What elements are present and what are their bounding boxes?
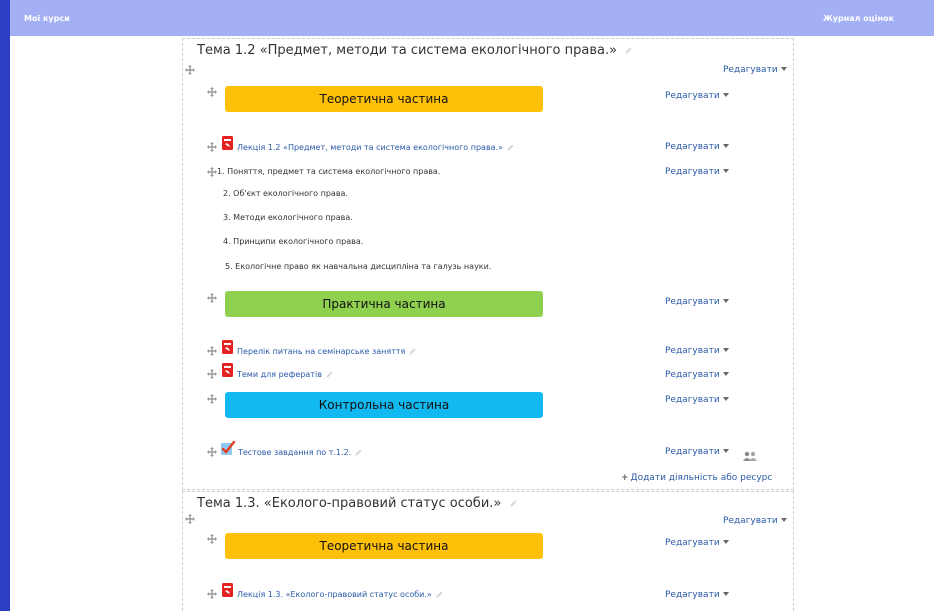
edit-label: Редагувати xyxy=(665,346,720,356)
test-link[interactable]: Тестове завдання по т.1.2. xyxy=(238,448,362,457)
seminar-questions-text: Перелік питань на семінарське заняття xyxy=(237,347,406,356)
caret-down-icon xyxy=(722,93,729,97)
list-item: 4. Принципи екологічного права. xyxy=(223,237,364,246)
gradebook-link[interactable]: Журнал оцінок xyxy=(823,14,894,23)
section-edit-menu[interactable]: Редагувати xyxy=(723,65,787,75)
theory-banner: Теоретична частина xyxy=(225,86,543,112)
list-item: 2. Об'єкт екологічного права. xyxy=(223,189,348,198)
edit-menu[interactable]: Редагувати xyxy=(665,590,729,600)
move-icon[interactable] xyxy=(207,369,217,379)
essay-topics-link[interactable]: Теми для рефератів xyxy=(237,370,333,379)
edit-label: Редагувати xyxy=(665,395,720,405)
edit-menu[interactable]: Редагувати xyxy=(665,447,729,457)
section-edit-menu[interactable]: Редагувати xyxy=(723,516,787,526)
list-item: 3. Методи екологічного права. xyxy=(223,213,353,222)
lecture-link[interactable]: Лекція 1.2 «Предмет, методи та система е… xyxy=(237,143,514,152)
pdf-file-icon[interactable] xyxy=(221,362,235,378)
caret-down-icon xyxy=(780,67,787,71)
caret-down-icon xyxy=(780,518,787,522)
pencil-icon[interactable] xyxy=(509,500,517,508)
group-icon[interactable] xyxy=(743,446,757,456)
edit-menu[interactable]: Редагувати xyxy=(665,395,729,405)
section-title-text: Тема 1.2 «Предмет, методи та система еко… xyxy=(197,43,618,58)
pencil-icon[interactable] xyxy=(408,348,416,356)
pdf-file-icon[interactable] xyxy=(221,339,235,355)
edit-label: Редагувати xyxy=(665,447,720,457)
edit-menu[interactable]: Редагувати xyxy=(665,346,729,356)
pencil-icon[interactable] xyxy=(354,449,362,457)
practice-banner: Практична частина xyxy=(225,291,543,317)
add-activity-label: Додати діяльність або ресурс xyxy=(630,473,773,483)
edit-menu[interactable]: Редагувати xyxy=(665,370,729,380)
theory-banner: Теоретична частина xyxy=(225,533,543,559)
move-icon[interactable] xyxy=(207,394,217,404)
add-activity-button[interactable]: + Додати діяльність або ресурс xyxy=(621,473,772,483)
move-icon[interactable] xyxy=(207,534,217,544)
pencil-icon[interactable] xyxy=(435,591,443,599)
course-section-1-2: Тема 1.2 «Предмет, методи та система еко… xyxy=(182,38,794,490)
edit-menu[interactable]: Редагувати xyxy=(665,297,729,307)
caret-down-icon xyxy=(722,144,729,148)
move-icon[interactable] xyxy=(207,447,217,457)
lecture-link-text: Лекція 1.3. «Еколого-правовий статус осо… xyxy=(237,590,432,599)
edit-label: Редагувати xyxy=(723,65,778,75)
edit-label: Редагувати xyxy=(665,297,720,307)
caret-down-icon xyxy=(722,348,729,352)
edit-label: Редагувати xyxy=(665,590,720,600)
section-title: Тема 1.2 «Предмет, методи та система еко… xyxy=(197,43,632,58)
move-icon[interactable] xyxy=(207,589,217,599)
control-banner: Контрольна частина xyxy=(225,392,543,418)
caret-down-icon xyxy=(722,592,729,596)
top-navigation-bar: Мої курси Журнал оцінок xyxy=(10,0,934,36)
lecture-link-text: Лекція 1.2 «Предмет, методи та система е… xyxy=(237,143,503,152)
move-icon[interactable] xyxy=(185,514,195,524)
edit-label: Редагувати xyxy=(665,167,720,177)
caret-down-icon xyxy=(722,299,729,303)
plus-icon: + xyxy=(621,473,629,483)
pdf-file-icon[interactable] xyxy=(221,135,235,151)
pencil-icon[interactable] xyxy=(325,371,333,379)
lecture-link[interactable]: Лекція 1.3. «Еколого-правовий статус осо… xyxy=(237,590,443,599)
pencil-icon[interactable] xyxy=(624,47,632,55)
move-icon[interactable] xyxy=(207,346,217,356)
edit-label: Редагувати xyxy=(723,516,778,526)
window-left-border xyxy=(0,0,10,611)
caret-down-icon xyxy=(722,449,729,453)
move-icon[interactable] xyxy=(207,167,217,177)
edit-menu[interactable]: Редагувати xyxy=(665,167,729,177)
edit-label: Редагувати xyxy=(665,538,720,548)
course-section-1-3: Тема 1.3. «Еколого-правовий статус особи… xyxy=(182,491,794,611)
section-title-text: Тема 1.3. «Еколого-правовий статус особи… xyxy=(197,496,502,511)
edit-label: Редагувати xyxy=(665,370,720,380)
caret-down-icon xyxy=(722,540,729,544)
seminar-questions-link[interactable]: Перелік питань на семінарське заняття xyxy=(237,347,416,356)
edit-label: Редагувати xyxy=(665,91,720,101)
essay-topics-text: Теми для рефератів xyxy=(237,370,322,379)
list-item: 1. Поняття, предмет та система екологічн… xyxy=(217,167,441,176)
edit-menu[interactable]: Редагувати xyxy=(665,91,729,101)
test-link-text: Тестове завдання по т.1.2. xyxy=(238,448,352,457)
section-title: Тема 1.3. «Еколого-правовий статус особи… xyxy=(197,496,517,511)
caret-down-icon xyxy=(722,372,729,376)
my-courses-link[interactable]: Мої курси xyxy=(24,14,70,23)
pencil-icon[interactable] xyxy=(506,144,514,152)
move-icon[interactable] xyxy=(207,142,217,152)
edit-label: Редагувати xyxy=(665,142,720,152)
move-icon[interactable] xyxy=(207,293,217,303)
move-icon[interactable] xyxy=(185,65,195,75)
quiz-check-icon[interactable] xyxy=(220,440,236,456)
caret-down-icon xyxy=(722,397,729,401)
edit-menu[interactable]: Редагувати xyxy=(665,538,729,548)
pdf-file-icon[interactable] xyxy=(221,582,235,598)
edit-menu[interactable]: Редагувати xyxy=(665,142,729,152)
caret-down-icon xyxy=(722,169,729,173)
move-icon[interactable] xyxy=(207,87,217,97)
list-item: 5. Екологічне право як навчальна дисципл… xyxy=(225,262,492,271)
